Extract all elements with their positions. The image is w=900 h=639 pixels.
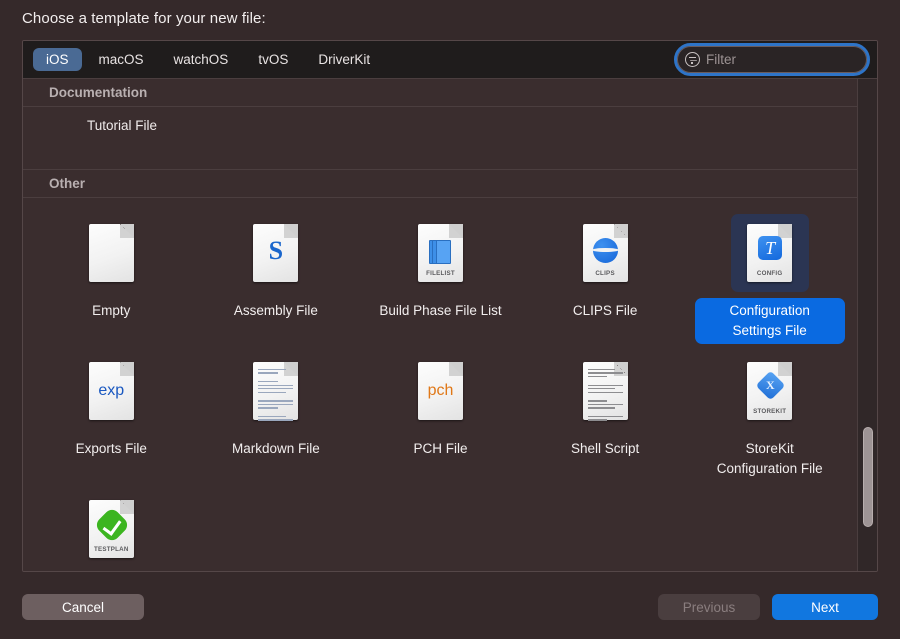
shell-script-icon [583, 362, 628, 420]
icon-badge-text: TESTPLAN [89, 546, 134, 553]
filelist-icon: FILELIST [418, 224, 463, 282]
page-fold [449, 224, 463, 238]
page-fold [778, 224, 792, 238]
platform-tab-bar: iOS macOS watchOS tvOS DriverKit Filter [23, 41, 877, 79]
pch-text-glyph: pch [418, 382, 463, 400]
blank-document-icon [89, 224, 134, 282]
filter-placeholder: Filter [706, 52, 736, 67]
cancel-button[interactable]: Cancel [22, 594, 144, 620]
icon-badge-text: CLIPS [583, 270, 628, 277]
text-lines-glyph [588, 369, 623, 415]
letter-s-glyph: S [253, 236, 298, 266]
section-body-other: Empty S Assembly File [23, 198, 858, 572]
page-fold [614, 224, 628, 238]
template-item-assembly-file[interactable]: S Assembly File [194, 206, 359, 344]
icon-holder: exp [72, 352, 150, 430]
template-item-storekit-configuration-file[interactable]: X STOREKIT StoreKit Configuration File [687, 344, 852, 482]
icon-holder-selected: T CONFIG [731, 214, 809, 292]
template-item-label: CLIPS File [562, 298, 649, 324]
icon-badge-text: FILELIST [418, 270, 463, 277]
next-button[interactable]: Next [772, 594, 878, 620]
exports-exp-icon: exp [89, 362, 134, 420]
config-icon: T CONFIG [747, 224, 792, 282]
pch-icon: pch [418, 362, 463, 420]
template-item-label: Markdown File [221, 436, 331, 462]
page-fold [449, 362, 463, 376]
assembly-s-icon: S [253, 224, 298, 282]
icon-holder: pch [401, 352, 479, 430]
template-list: Documentation Tutorial File Other [23, 79, 858, 572]
icon-holder: FILELIST [401, 214, 479, 292]
icon-holder: S [237, 214, 315, 292]
stacked-pages-glyph [429, 240, 452, 265]
template-item-label: Shell Script [560, 436, 650, 462]
scrollbar-thumb[interactable] [863, 427, 873, 527]
icon-holder: X STOREKIT [731, 352, 809, 430]
template-item-label: Exports File [65, 436, 158, 462]
section-header-documentation: Documentation [23, 79, 858, 107]
template-item-configuration-settings-file[interactable]: T CONFIG Configuration Settings File [687, 206, 852, 344]
clips-globe-icon: CLIPS [583, 224, 628, 282]
tab-ios[interactable]: iOS [33, 48, 82, 71]
exp-text-glyph: exp [89, 382, 134, 400]
template-item-label-selected: Configuration Settings File [695, 298, 845, 344]
template-item-pch-file[interactable]: pch PCH File [358, 344, 523, 482]
template-item-label: PCH File [402, 436, 478, 462]
template-item-empty[interactable]: Empty [29, 206, 194, 344]
tab-watchos[interactable]: watchOS [161, 48, 242, 71]
page-fold [778, 362, 792, 376]
tab-tvos[interactable]: tvOS [245, 48, 301, 71]
template-item-exports-file[interactable]: exp Exports File [29, 344, 194, 482]
list-item-tutorial-file[interactable]: Tutorial File [23, 107, 858, 169]
template-icon-grid: Empty S Assembly File [23, 198, 858, 572]
globe-glyph [593, 238, 618, 263]
icon-holder: CLIPS [566, 214, 644, 292]
icon-holder [566, 352, 644, 430]
template-item-clips-file[interactable]: CLIPS CLIPS File [523, 206, 688, 344]
storekit-cube-icon: X STOREKIT [747, 362, 792, 420]
previous-button[interactable]: Previous [658, 594, 760, 620]
icon-holder [72, 214, 150, 292]
section-header-other: Other [23, 170, 858, 198]
template-item-label: Assembly File [223, 298, 329, 324]
icon-badge-text: CONFIG [747, 270, 792, 277]
tab-macos[interactable]: macOS [86, 48, 157, 71]
template-item-build-phase-file-list[interactable]: FILELIST Build Phase File List [358, 206, 523, 344]
template-item-label: Build Phase File List [368, 298, 512, 324]
text-lines-glyph [258, 369, 293, 415]
icon-badge-text: STOREKIT [747, 408, 792, 415]
icon-holder [237, 352, 315, 430]
template-item-label: Empty [81, 298, 141, 324]
dialog-prompt: Choose a template for your new file: [22, 10, 266, 27]
icon-holder: TESTPLAN [72, 490, 150, 568]
vertical-scrollbar[interactable] [857, 79, 877, 572]
testplan-check-icon: TESTPLAN [89, 500, 134, 558]
config-square-glyph: T [758, 236, 782, 260]
template-item-markdown-file[interactable]: Markdown File [194, 344, 359, 482]
page-fold [120, 500, 134, 514]
template-item-label: StoreKit Configuration File [695, 436, 845, 482]
markdown-text-icon [253, 362, 298, 420]
page-fold [120, 362, 134, 376]
section-body-documentation: Tutorial File [23, 107, 858, 170]
page-fold [120, 224, 134, 238]
template-item-shell-script[interactable]: Shell Script [523, 344, 688, 482]
template-scroll-area[interactable]: Documentation Tutorial File Other [23, 79, 877, 572]
template-browser-panel: iOS macOS watchOS tvOS DriverKit Filter … [22, 40, 878, 572]
tab-driverkit[interactable]: DriverKit [305, 48, 383, 71]
filter-field-wrapper: Filter [677, 46, 867, 73]
new-file-template-dialog: Choose a template for your new file: iOS… [0, 0, 900, 639]
filter-input[interactable]: Filter [677, 46, 867, 73]
filter-icon [685, 52, 700, 67]
template-item-test-plan[interactable]: TESTPLAN [29, 482, 194, 572]
